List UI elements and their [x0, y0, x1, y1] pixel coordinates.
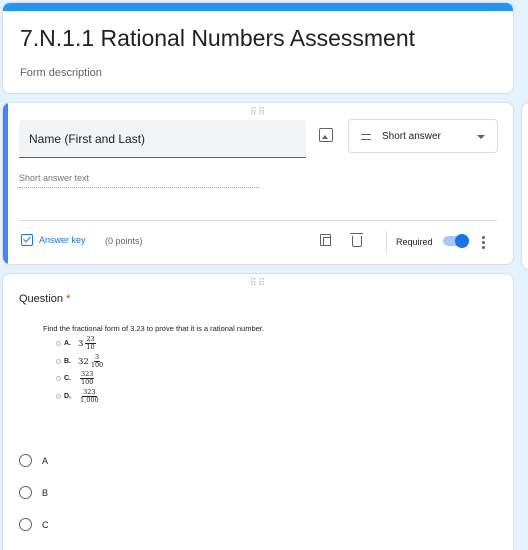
- footer-separator: [386, 231, 387, 253]
- question-card-name[interactable]: ⠿⠿ Name (First and Last) Short answer Sh…: [2, 102, 514, 265]
- option-b[interactable]: B: [19, 486, 48, 499]
- question-type-label: Short answer: [382, 131, 441, 142]
- form-title[interactable]: 7.N.1.1 Rational Numbers Assessment: [20, 25, 415, 52]
- radio-icon[interactable]: [19, 454, 32, 467]
- option-a[interactable]: A: [19, 454, 48, 467]
- radio-icon[interactable]: [19, 518, 32, 531]
- card-footer-divider: [19, 220, 497, 221]
- question-prompt: Find the fractional form of 3.23 to prov…: [43, 324, 264, 333]
- question-card-rational[interactable]: ⠿⠿ Question * Find the fractional form o…: [2, 273, 514, 550]
- points-label: (0 points): [105, 236, 143, 246]
- active-card-indicator: [3, 103, 8, 264]
- option-label: A: [42, 455, 49, 466]
- answer-key-button[interactable]: Answer key: [21, 234, 86, 246]
- required-toggle[interactable]: [443, 234, 469, 248]
- question-title-input[interactable]: Name (First and Last): [19, 120, 306, 158]
- embedded-choice: B. 32 3 100: [56, 354, 103, 369]
- radio-icon[interactable]: [19, 486, 32, 499]
- toggle-knob: [455, 234, 469, 248]
- short-answer-placeholder: Short answer text: [19, 173, 259, 188]
- form-title-card[interactable]: 7.N.1.1 Rational Numbers Assessment Form…: [2, 2, 514, 94]
- required-star: *: [66, 293, 71, 305]
- copy-icon[interactable]: [320, 234, 331, 246]
- question-label: Question *: [19, 293, 71, 305]
- short-answer-icon: [361, 134, 371, 140]
- question-type-select[interactable]: Short answer: [348, 119, 498, 153]
- more-vert-icon[interactable]: [482, 236, 485, 249]
- embedded-choice: D. 323 1,000: [56, 389, 99, 404]
- trash-icon[interactable]: [350, 233, 363, 247]
- title-card-accent-bar: [3, 3, 513, 11]
- required-label: Required: [396, 237, 433, 247]
- answer-key-label: Answer key: [39, 235, 86, 245]
- embedded-choice: A. 3 23 10: [56, 336, 96, 351]
- drag-handle-icon[interactable]: ⠿⠿: [250, 279, 267, 289]
- option-label: C: [42, 519, 49, 530]
- checkbox-icon: [21, 234, 33, 246]
- dropdown-caret-icon: [477, 135, 485, 139]
- floating-toolbar-edge: [521, 102, 528, 270]
- option-c[interactable]: C: [19, 518, 49, 531]
- form-description[interactable]: Form description: [20, 67, 102, 79]
- option-label: B: [42, 487, 49, 498]
- drag-handle-icon[interactable]: ⠿⠿: [250, 108, 267, 118]
- add-image-icon[interactable]: [319, 128, 333, 142]
- embedded-choice: C. 323 100: [56, 371, 95, 386]
